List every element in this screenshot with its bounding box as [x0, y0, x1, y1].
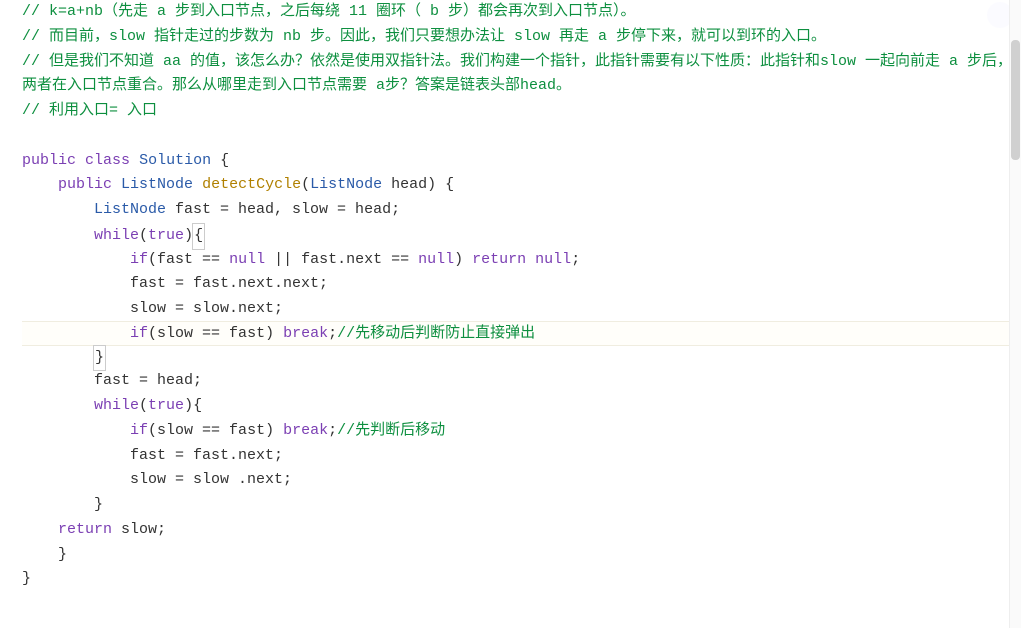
code-token-keyword: if — [130, 325, 148, 342]
code-token-plain — [112, 176, 121, 193]
code-token-keyword: if — [130, 251, 148, 268]
code-token-plain: (slow == fast) — [148, 422, 283, 439]
code-token-type: Solution — [139, 152, 211, 169]
scrollbar[interactable] — [1009, 0, 1021, 628]
code-token-plain: fast = fast.next; — [130, 447, 283, 464]
code-token-comment: //先移动后判断防止直接弹出 — [337, 325, 535, 342]
code-token-plain: (fast == — [148, 251, 229, 268]
code-line[interactable]: fast = fast.next.next; — [22, 272, 1021, 297]
code-token-type: ListNode — [94, 201, 166, 218]
code-token-plain: ( — [301, 176, 310, 193]
code-line[interactable]: } — [22, 543, 1021, 568]
code-line[interactable]: slow = slow .next; — [22, 468, 1021, 493]
code-token-keyword: if — [130, 422, 148, 439]
code-token-plain: } — [58, 546, 67, 563]
code-token-type: ListNode — [121, 176, 193, 193]
code-line[interactable]: if(fast == null || fast.next == null) re… — [22, 248, 1021, 273]
code-token-comment: //先判断后移动 — [337, 422, 445, 439]
code-token-method: detectCycle — [202, 176, 301, 193]
code-token-keyword: null — [229, 251, 265, 268]
code-token-plain: ( — [139, 227, 148, 244]
code-token-plain: { — [211, 152, 229, 169]
code-token-plain: head) { — [382, 176, 454, 193]
code-token-plain: { — [192, 223, 205, 250]
code-token-keyword: public — [22, 152, 76, 169]
code-token-keyword: while — [94, 397, 139, 414]
code-token-plain: ) — [454, 251, 472, 268]
code-line[interactable]: } — [22, 345, 1021, 370]
code-token-plain: ; — [328, 325, 337, 342]
code-token-keyword: true — [148, 397, 184, 414]
code-line[interactable]: while(true){ — [22, 223, 1021, 248]
code-line[interactable]: } — [22, 493, 1021, 518]
code-token-plain: || fast.next == — [265, 251, 418, 268]
code-line[interactable]: slow = slow.next; — [22, 297, 1021, 322]
code-token-plain — [130, 152, 139, 169]
code-line[interactable]: public class Solution { — [22, 149, 1021, 174]
code-token-keyword: null — [418, 251, 454, 268]
code-token-comment: // 而目前，slow 指针走过的步数为 nb 步。因此，我们只要想办法让 sl… — [22, 28, 826, 45]
code-token-plain: } — [22, 570, 31, 587]
code-line[interactable]: } — [22, 567, 1021, 592]
code-token-keyword: null — [535, 251, 571, 268]
code-line[interactable]: // 利用入口= 入口 — [22, 99, 1021, 124]
code-line[interactable]: ListNode fast = head, slow = head; — [22, 198, 1021, 223]
code-line[interactable]: if(slow == fast) break;//先移动后判断防止直接弹出 — [22, 321, 1021, 346]
code-editor[interactable]: // k=a+nb（先走 a 步到入口节点，之后每绕 11 圈环（ b 步）都会… — [0, 0, 1021, 592]
code-token-comment: // 但是我们不知道 aa 的值，该怎么办？依然是使用双指针法。我们构建一个指针… — [22, 53, 1012, 95]
code-line[interactable]: // 但是我们不知道 aa 的值，该怎么办？依然是使用双指针法。我们构建一个指针… — [22, 50, 1021, 100]
code-line[interactable]: // 而目前，slow 指针走过的步数为 nb 步。因此，我们只要想办法让 sl… — [22, 25, 1021, 50]
code-token-comment: // 利用入口= 入口 — [22, 102, 157, 119]
code-token-type: ListNode — [310, 176, 382, 193]
code-token-plain: ){ — [184, 397, 202, 414]
code-line[interactable]: fast = fast.next; — [22, 444, 1021, 469]
code-token-keyword: while — [94, 227, 139, 244]
code-token-keyword: return — [472, 251, 526, 268]
code-token-keyword: class — [85, 152, 130, 169]
code-token-plain: fast = head; — [94, 372, 202, 389]
code-token-plain: } — [93, 345, 106, 372]
code-token-plain — [76, 152, 85, 169]
code-token-keyword: return — [58, 521, 112, 538]
code-line[interactable]: while(true){ — [22, 394, 1021, 419]
code-token-plain — [526, 251, 535, 268]
code-token-keyword: break — [283, 422, 328, 439]
code-line[interactable] — [22, 124, 1021, 149]
code-token-plain: slow = slow.next; — [130, 300, 283, 317]
code-token-keyword: break — [283, 325, 328, 342]
code-line[interactable]: if(slow == fast) break;//先判断后移动 — [22, 419, 1021, 444]
scrollbar-thumb[interactable] — [1011, 40, 1020, 160]
code-token-plain — [193, 176, 202, 193]
code-line[interactable]: // k=a+nb（先走 a 步到入口节点，之后每绕 11 圈环（ b 步）都会… — [22, 0, 1021, 25]
code-token-plain: slow; — [112, 521, 166, 538]
code-token-plain: ; — [571, 251, 580, 268]
code-token-plain: ; — [328, 422, 337, 439]
code-token-plain: slow = slow .next; — [130, 471, 292, 488]
code-line[interactable]: return slow; — [22, 518, 1021, 543]
code-token-plain: } — [94, 496, 103, 513]
code-token-keyword: true — [148, 227, 184, 244]
code-line[interactable]: fast = head; — [22, 369, 1021, 394]
code-token-plain: fast = fast.next.next; — [130, 275, 328, 292]
code-token-keyword: public — [58, 176, 112, 193]
code-token-plain: ( — [139, 397, 148, 414]
code-token-plain: fast = head, slow = head; — [166, 201, 400, 218]
code-token-comment: // k=a+nb（先走 a 步到入口节点，之后每绕 11 圈环（ b 步）都会… — [22, 3, 636, 20]
code-token-plain: (slow == fast) — [148, 325, 283, 342]
code-line[interactable]: public ListNode detectCycle(ListNode hea… — [22, 173, 1021, 198]
